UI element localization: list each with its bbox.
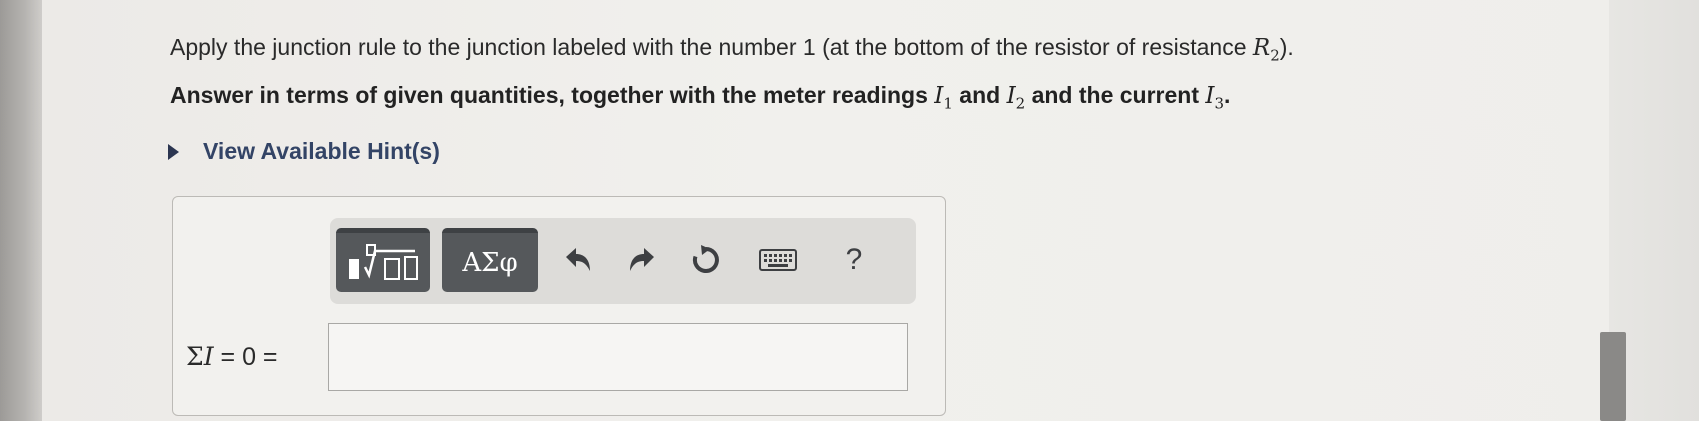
- variable-i3: I3: [1205, 83, 1225, 113]
- variable-i1: I1: [934, 83, 953, 113]
- math-toolbar: ΑΣφ ?: [330, 218, 916, 304]
- hint-label: View Available Hint(s): [203, 138, 440, 164]
- instruction-period: .: [1224, 82, 1231, 108]
- equals-zero: = 0 =: [213, 343, 278, 371]
- instruction-and: and: [952, 82, 1007, 108]
- screen-edge: [0, 0, 42, 421]
- help-button[interactable]: ?: [834, 242, 874, 278]
- undo-button[interactable]: [558, 242, 598, 278]
- keyboard-button[interactable]: [758, 242, 798, 278]
- variable-i2: I2: [1006, 83, 1026, 113]
- reset-icon: [692, 245, 719, 273]
- templates-icon: [349, 243, 418, 280]
- question-line-1: Apply the junction rule to the junction …: [170, 34, 1294, 65]
- sum-symbol: Σ: [186, 342, 204, 371]
- view-hints-toggle[interactable]: View Available Hint(s): [168, 138, 440, 165]
- templates-button[interactable]: [336, 228, 430, 292]
- symbols-label: ΑΣφ: [462, 247, 518, 278]
- redo-button[interactable]: [622, 242, 662, 278]
- reset-button[interactable]: [686, 242, 726, 278]
- variable-r2: R2: [1252, 35, 1280, 65]
- symbols-button[interactable]: ΑΣφ: [442, 228, 538, 292]
- instruction-text: Answer in terms of given quantities, tog…: [170, 82, 935, 108]
- question-text-end: ).: [1279, 34, 1294, 60]
- help-label: ?: [845, 243, 863, 276]
- redo-icon: [630, 248, 654, 271]
- undo-icon: [566, 248, 590, 271]
- variable-i: I: [203, 342, 214, 371]
- equation-label: ΣI = 0 =: [186, 342, 278, 372]
- question-text: Apply the junction rule to the junction …: [170, 34, 1253, 60]
- instruction-text-mid: and the current: [1025, 82, 1206, 108]
- answer-input[interactable]: [328, 323, 908, 391]
- scrollbar-thumb[interactable]: [1600, 332, 1626, 421]
- question-line-2: Answer in terms of given quantities, tog…: [170, 82, 1230, 113]
- caret-right-icon: [168, 143, 179, 160]
- keyboard-icon: [759, 249, 797, 271]
